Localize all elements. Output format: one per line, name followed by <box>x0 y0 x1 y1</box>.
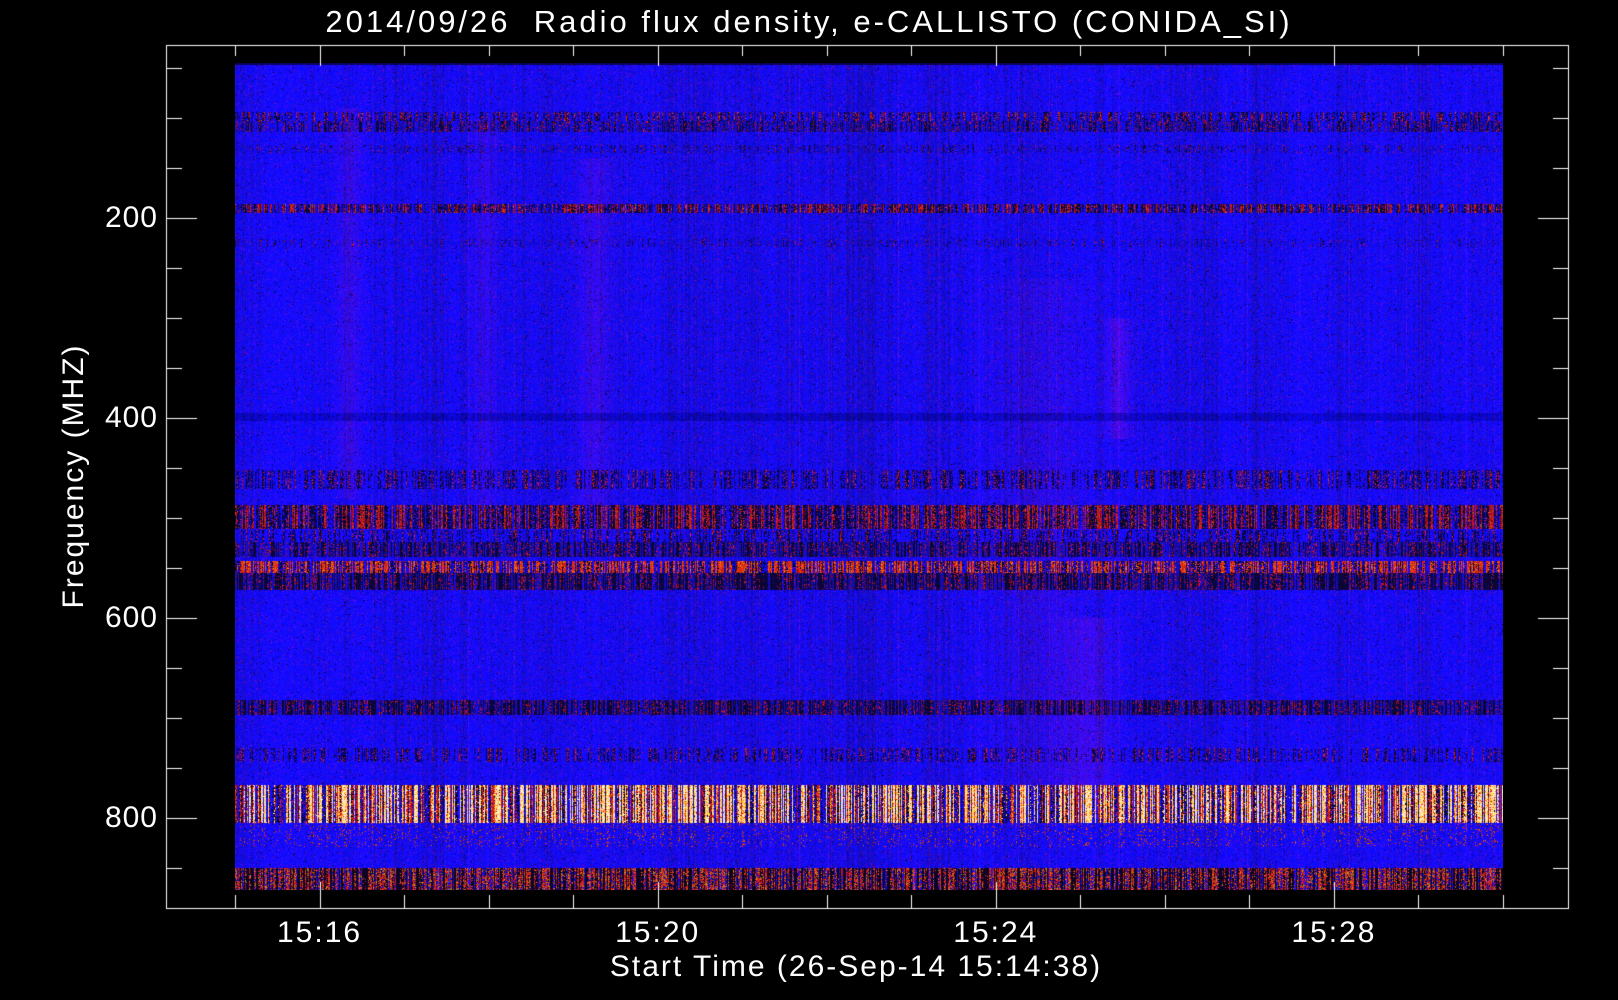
spectrogram-figure: 2014/09/26 Radio flux density, e-CALLIST… <box>0 0 1618 1000</box>
y-tick-label: 400 <box>104 401 158 434</box>
y-tick-label: 600 <box>104 601 158 634</box>
axes-frame <box>0 0 1618 1000</box>
y-tick-label: 800 <box>104 801 158 834</box>
x-axis-label: Start Time (26-Sep-14 15:14:38) <box>609 950 1103 983</box>
y-axis-label: Frequency (MHZ) <box>57 343 90 609</box>
plot-title: 2014/09/26 Radio flux density, e-CALLIST… <box>325 4 1293 39</box>
x-tick-label: 15:20 <box>615 916 701 949</box>
y-tick-label: 200 <box>104 201 158 234</box>
x-tick-label: 15:16 <box>276 916 363 949</box>
x-tick-label: 15:24 <box>953 916 1039 949</box>
x-tick-label: 15:28 <box>1291 916 1377 949</box>
